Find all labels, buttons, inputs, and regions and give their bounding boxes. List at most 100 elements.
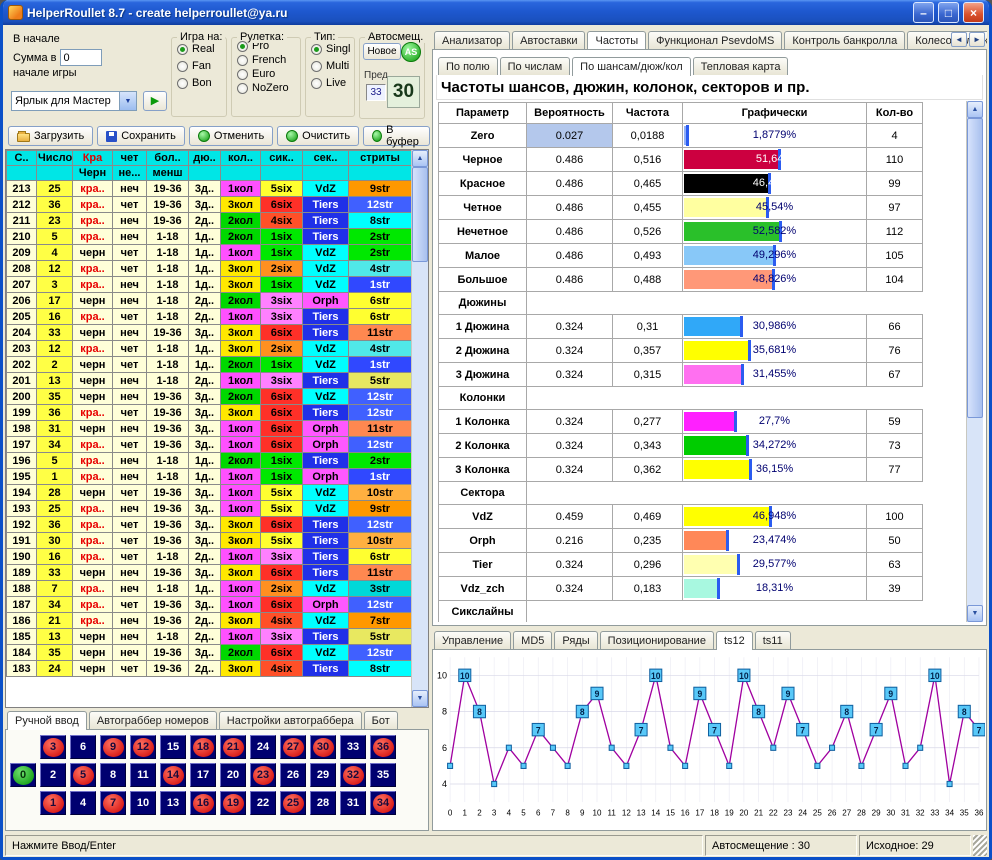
resize-grip[interactable] [973, 835, 987, 856]
freq-row[interactable]: Vdz_zch0.3240,18318,31%39 [439, 577, 923, 601]
pad-button-35[interactable]: 35 [370, 763, 396, 787]
tab-frequencies[interactable]: Частоты [587, 31, 646, 49]
pad-button-34[interactable]: 34 [370, 791, 396, 815]
frequencies-scrollbar[interactable]: ▲ ▼ [966, 101, 983, 622]
pad-button-29[interactable]: 29 [310, 763, 336, 787]
tab-control[interactable]: Управление [434, 631, 511, 649]
history-row[interactable]: 1965кра..неч1-181д..2кол1sixTiers2str [7, 453, 412, 469]
history-row[interactable]: 19325кра..неч19-363д..1кол5sixVdZ9str [7, 501, 412, 517]
radio-real[interactable]: Real [177, 43, 226, 55]
freq-row[interactable]: Tier0.3240,29629,577%63 [439, 553, 923, 577]
tab-autograbber-numbers[interactable]: Автограббер номеров [89, 711, 217, 729]
freq-row[interactable]: 3 Колонка0.3240,36236,15%77 [439, 458, 923, 482]
history-row[interactable]: 20812кра..чет1-181д..3кол2sixVdZ4str [7, 261, 412, 277]
history-row[interactable]: 21325кра..неч19-363д..1кол5sixVdZ9str [7, 181, 412, 197]
radio-euro[interactable]: Euro [237, 68, 300, 80]
minimize-button[interactable]: – [913, 2, 934, 23]
history-row[interactable]: 2105кра..неч1-181д..2кол1sixTiers2str [7, 229, 412, 245]
tab-md5[interactable]: MD5 [513, 631, 552, 649]
save-button[interactable]: Сохранить [97, 126, 185, 146]
history-row[interactable]: 19428чернчет19-363д..1кол5sixVdZ10str [7, 485, 412, 501]
tab-analyzer[interactable]: Анализатор [434, 31, 510, 49]
history-row[interactable]: 19130кра..чет19-363д..3кол5sixTiers10str [7, 533, 412, 549]
scroll-down-button[interactable]: ▼ [412, 690, 428, 707]
pad-button-31[interactable]: 31 [340, 791, 366, 815]
pad-button-12[interactable]: 12 [130, 735, 156, 759]
pad-button-24[interactable]: 24 [250, 735, 276, 759]
history-row[interactable]: 18324чернчет19-362д..3кол4sixTiers8str [7, 661, 412, 677]
pad-button-25[interactable]: 25 [280, 791, 306, 815]
tabs-scroll-right-button[interactable]: ► [969, 32, 985, 47]
pad-button-8[interactable]: 8 [100, 763, 126, 787]
freq-row[interactable]: VdZ0.4590,46946,948%100 [439, 505, 923, 529]
master-combobox[interactable]: Ярлык для Мастер ▼ [11, 91, 137, 111]
tab-bankroll-control[interactable]: Контроль банкролла [784, 31, 905, 49]
scrollbar-thumb[interactable] [412, 167, 428, 262]
subtab-by-numbers[interactable]: По числам [500, 57, 571, 75]
history-row[interactable]: 21123кра..неч19-362д..2кол4sixTiers8str [7, 213, 412, 229]
tabs-scroll-left-button[interactable]: ◄ [951, 32, 967, 47]
to-buffer-button[interactable]: В буфер [363, 126, 430, 146]
load-button[interactable]: Загрузить [8, 126, 93, 146]
history-row[interactable]: 20516кра..чет1-182д..1кол3sixTiers6str [7, 309, 412, 325]
clear-button[interactable]: Очистить [277, 126, 359, 146]
new-button[interactable]: Новое [363, 43, 401, 60]
history-row[interactable]: 19236кра..чет19-363д..3кол6sixTiers12str [7, 517, 412, 533]
history-row[interactable]: 18734кра..чет19-363д..1кол6sixOrph12str [7, 597, 412, 613]
scrollbar-track[interactable] [412, 167, 428, 690]
pad-button-6[interactable]: 6 [70, 735, 96, 759]
pad-button-0[interactable]: 0 [10, 763, 36, 787]
history-row[interactable]: 2073кра..неч1-181д..3кол1sixVdZ1str [7, 277, 412, 293]
history-row[interactable]: 19831черннеч19-363д..1кол6sixOrph11str [7, 421, 412, 437]
subtab-by-chances[interactable]: По шансам/дюж/кол [572, 57, 691, 76]
history-scrollbar[interactable]: ▲ ▼ [411, 150, 428, 707]
chevron-down-icon[interactable]: ▼ [119, 92, 136, 110]
pad-button-10[interactable]: 10 [130, 791, 156, 815]
titlebar[interactable]: HelperRoullet 8.7 - create helperroullet… [3, 0, 989, 25]
pad-button-26[interactable]: 26 [280, 763, 306, 787]
radio-live[interactable]: Live [311, 77, 354, 89]
freq-row[interactable]: Малое0.4860,49349,296%105 [439, 244, 923, 268]
pad-button-18[interactable]: 18 [190, 735, 216, 759]
freq-row[interactable]: Большое0.4860,48848,826%104 [439, 268, 923, 292]
history-row[interactable]: 2022чернчет1-181д..2кол1sixVdZ1str [7, 357, 412, 373]
as-button[interactable]: AS [401, 42, 421, 62]
pad-button-33[interactable]: 33 [340, 735, 366, 759]
subtab-by-field[interactable]: По полю [438, 57, 498, 75]
freq-row[interactable]: 2 Колонка0.3240,34334,272%73 [439, 434, 923, 458]
tab-rows[interactable]: Ряды [554, 631, 597, 649]
history-row[interactable]: 2094чернчет1-181д..1кол1sixVdZ2str [7, 245, 412, 261]
tab-autograbber-settings[interactable]: Настройки автограббера [219, 711, 362, 729]
pad-button-2[interactable]: 2 [40, 763, 66, 787]
scrollbar-thumb[interactable] [967, 118, 983, 418]
history-row[interactable]: 20113черннеч1-182д..1кол3sixTiers5str [7, 373, 412, 389]
maximize-button[interactable]: □ [938, 2, 959, 23]
freq-row[interactable]: Красное0.4860,46546,479%99 [439, 172, 923, 196]
radio-french[interactable]: French [237, 54, 300, 66]
history-row[interactable]: 18513черннеч1-182д..1кол3sixTiers5str [7, 629, 412, 645]
history-row[interactable]: 20433черннеч19-363д..3кол6sixTiers11str [7, 325, 412, 341]
pad-button-23[interactable]: 23 [250, 763, 276, 787]
freq-row[interactable]: 1 Дюжина0.3240,3130,986%66 [439, 315, 923, 339]
subtab-heatmap[interactable]: Тепловая карта [693, 57, 789, 75]
close-button[interactable]: × [963, 2, 984, 23]
history-row[interactable]: 20617черннеч1-182д..2кол3sixOrph6str [7, 293, 412, 309]
pad-button-21[interactable]: 21 [220, 735, 246, 759]
freq-row[interactable]: 2 Дюжина0.3240,35735,681%76 [439, 339, 923, 363]
freq-row[interactable]: Нечетное0.4860,52652,582%112 [439, 220, 923, 244]
tab-psevdoms[interactable]: Функционал PsevdoMS [648, 31, 782, 49]
pad-button-32[interactable]: 32 [340, 763, 366, 787]
radio-multi[interactable]: Multi [311, 60, 354, 72]
history-row[interactable]: 1887кра..неч1-181д..1кол2sixVdZ3str [7, 581, 412, 597]
history-row[interactable]: 20035черннеч19-363д..2кол6sixVdZ12str [7, 389, 412, 405]
freq-row[interactable]: Orph0.2160,23523,474%50 [439, 529, 923, 553]
radio-nozero[interactable]: NoZero [237, 82, 300, 94]
history-row[interactable]: 19936кра..чет19-363д..3кол6sixTiers12str [7, 405, 412, 421]
pad-button-19[interactable]: 19 [220, 791, 246, 815]
history-row[interactable]: 19016кра..чет1-182д..1кол3sixTiers6str [7, 549, 412, 565]
tab-autobets[interactable]: Автоставки [512, 31, 585, 49]
freq-row[interactable]: 3 Дюжина0.3240,31531,455%67 [439, 363, 923, 387]
history-row[interactable]: 19734кра..чет19-363д..1кол6sixOrph12str [7, 437, 412, 453]
freq-row[interactable]: Zero0.0270,01881,8779%4 [439, 124, 923, 148]
history-row[interactable]: 18933черннеч19-363д..3кол6sixTiers11str [7, 565, 412, 581]
